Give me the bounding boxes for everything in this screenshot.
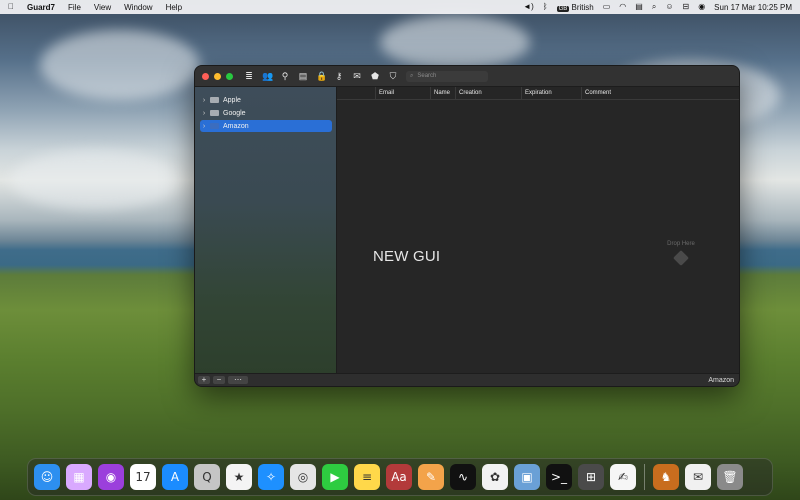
lock-icon[interactable]: 🔒: [316, 71, 327, 82]
shield-check-icon[interactable]: ⛉: [388, 71, 398, 82]
key-icon[interactable]: ⚷: [334, 71, 344, 82]
folder-icon: [210, 110, 219, 116]
column-header-email[interactable]: Email: [375, 87, 430, 99]
volume-icon[interactable]: ◄): [523, 2, 534, 12]
search-icon: ⌕: [410, 72, 414, 79]
control-center-icon[interactable]: ⊟: [682, 2, 689, 12]
toolbar-icons: ≣ 👥 ⚲ ▤ 🔒 ⚷ ✉ ⬟ ⛉: [244, 71, 398, 82]
chrome-icon[interactable]: ◎: [290, 464, 316, 490]
guard7-window: ≣ 👥 ⚲ ▤ 🔒 ⚷ ✉ ⬟ ⛉ ⌕ Search › Apple › Goo…: [194, 65, 740, 387]
users-icon[interactable]: 👥: [262, 71, 273, 82]
chevron-right-icon[interactable]: ›: [200, 110, 208, 117]
input-source-label: British: [571, 2, 594, 12]
sidebar: › Apple › Google › Amazon: [195, 87, 337, 374]
pages-icon[interactable]: ✎: [418, 464, 444, 490]
imovie-icon[interactable]: ★: [226, 464, 252, 490]
minimize-button[interactable]: [214, 72, 221, 80]
podcasts-icon[interactable]: ◉: [98, 464, 124, 490]
box-icon: [673, 250, 689, 266]
zoom-button[interactable]: [226, 72, 233, 80]
wallpaper-cloud: [380, 15, 530, 70]
apple-icon[interactable]: : [8, 2, 14, 12]
window-toolbar: ≣ 👥 ⚲ ▤ 🔒 ⚷ ✉ ⬟ ⛉ ⌕ Search: [195, 66, 739, 87]
status-label: Amazon: [708, 376, 734, 384]
menu-file[interactable]: File: [68, 3, 81, 12]
wallpaper-cloud: [40, 30, 200, 100]
dock-separator: [644, 464, 645, 490]
drop-zone[interactable]: Drop Here: [661, 241, 701, 266]
appstore-icon[interactable]: A: [162, 464, 188, 490]
sidebar-item-amazon[interactable]: › Amazon: [200, 120, 332, 132]
column-header-comment[interactable]: Comment: [581, 87, 739, 99]
document-icon[interactable]: ✉: [685, 464, 711, 490]
guard7-icon[interactable]: ♞: [653, 464, 679, 490]
person-walking-icon[interactable]: ⚲: [280, 71, 290, 82]
column-header-select[interactable]: [337, 87, 375, 99]
quicktime-icon[interactable]: Q: [194, 464, 220, 490]
column-header-expiration[interactable]: Expiration: [521, 87, 581, 99]
menu-window[interactable]: Window: [124, 3, 152, 12]
mail-icon[interactable]: ✉: [352, 71, 362, 82]
menu-view[interactable]: View: [94, 3, 111, 12]
sidebar-item-google[interactable]: › Google: [200, 107, 332, 119]
sidebar-item-label: Google: [223, 109, 246, 117]
wifi-icon[interactable]: ◠: [619, 2, 626, 12]
chevron-right-icon[interactable]: ›: [200, 97, 208, 104]
terminal-icon[interactable]: >_: [546, 464, 572, 490]
app-menu[interactable]: Guard7: [27, 3, 55, 12]
display-icon[interactable]: ▤: [635, 2, 643, 12]
database-icon[interactable]: ≣: [244, 71, 254, 82]
facetime-icon[interactable]: ▶: [322, 464, 348, 490]
bluetooth-icon[interactable]: ᛒ: [543, 2, 548, 12]
battery-icon[interactable]: ▭: [603, 2, 611, 12]
table-header: Email Name Creation Expiration Comment: [337, 87, 739, 100]
user-icon[interactable]: ☺: [665, 2, 673, 12]
remove-button[interactable]: −: [213, 376, 225, 384]
calculator-icon[interactable]: ⊞: [578, 464, 604, 490]
textedit-icon[interactable]: ✍: [610, 464, 636, 490]
column-header-creation[interactable]: Creation: [455, 87, 521, 99]
menubar-clock[interactable]: Sun 17 Mar 10:25 PM: [714, 3, 792, 12]
photos-icon[interactable]: ✿: [482, 464, 508, 490]
finder-icon[interactable]: ☺: [34, 464, 60, 490]
trash-icon[interactable]: 🗑: [717, 464, 743, 490]
column-header-name[interactable]: Name: [430, 87, 455, 99]
notes-icon[interactable]: ≡: [354, 464, 380, 490]
safari-icon[interactable]: ✧: [258, 464, 284, 490]
keyboard-icon: GB: [556, 5, 570, 12]
sidebar-item-apple[interactable]: › Apple: [200, 94, 332, 106]
sidebar-item-label: Apple: [223, 96, 241, 104]
input-source-menu[interactable]: GB British: [556, 2, 594, 12]
contact-card-icon[interactable]: ▤: [298, 71, 308, 82]
sidebar-item-label: Amazon: [223, 122, 249, 130]
launchpad-icon[interactable]: ▦: [66, 464, 92, 490]
menu-help[interactable]: Help: [166, 3, 182, 12]
folder-icon: [210, 97, 219, 103]
wallpaper-cloud: [10, 150, 180, 210]
dock: ☺ ▦ ◉ 17 A Q ★ ✧ ◎ ▶ ≡ Aa ✎ ∿ ✿ ▣ >_ ⊞ ✍ ♞ ✉ 🗑: [27, 458, 773, 496]
spotlight-search-icon[interactable]: ⌕: [652, 2, 656, 12]
new-gui-label: NEW GUI: [373, 248, 441, 265]
chevron-right-icon[interactable]: ›: [200, 123, 208, 130]
preview-icon[interactable]: ▣: [514, 464, 540, 490]
siri-icon[interactable]: ◉: [698, 2, 705, 12]
dictionary-icon[interactable]: Aa: [386, 464, 412, 490]
search-field[interactable]: ⌕ Search: [406, 70, 488, 82]
window-controls: [202, 72, 233, 80]
menu-bar:  Guard7 File View Window Help ◄) ᛒ GB B…: [0, 0, 800, 14]
badge-icon[interactable]: ⬟: [370, 71, 380, 82]
more-options-button[interactable]: ⋯: [228, 376, 248, 384]
folder-icon: [210, 123, 219, 129]
bottom-bar: + − ⋯ Amazon: [195, 373, 739, 386]
close-button[interactable]: [202, 72, 209, 80]
calendar-icon[interactable]: 17: [130, 464, 156, 490]
add-button[interactable]: +: [198, 376, 210, 384]
activity-monitor-icon[interactable]: ∿: [450, 464, 476, 490]
drop-zone-label: Drop Here: [667, 241, 695, 247]
search-placeholder: Search: [417, 73, 437, 79]
main-content: Email Name Creation Expiration Comment D…: [337, 87, 739, 374]
